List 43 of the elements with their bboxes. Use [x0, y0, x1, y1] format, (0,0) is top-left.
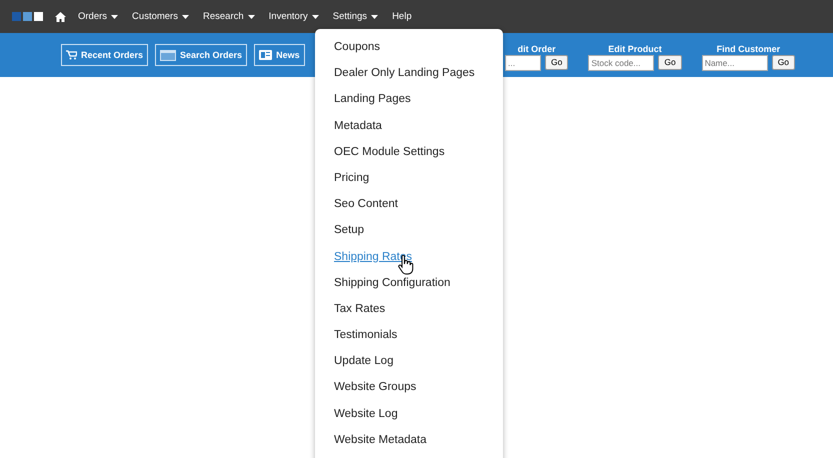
toolbar-button[interactable]: Search Orders — [155, 44, 248, 66]
menu-item[interactable]: Seo Content — [315, 197, 417, 224]
menu-item[interactable]: Setup — [315, 223, 384, 250]
lookup-label: Edit Product — [608, 44, 662, 54]
nav-menu-item[interactable]: Customers — [125, 11, 196, 22]
caret-icon — [312, 14, 319, 18]
menu-item[interactable]: Website Groups — [315, 380, 436, 407]
lookup-field[interactable]: ... — [505, 54, 541, 70]
menu-item[interactable]: Landing Pages — [315, 92, 430, 119]
menu-item[interactable]: Pricing — [315, 170, 388, 198]
go-button[interactable]: Go — [772, 54, 796, 70]
toolbar-button[interactable]: Recent Orders — [61, 44, 148, 66]
lookup-field[interactable]: Name... — [702, 54, 768, 70]
toolbar-button[interactable]: News — [254, 44, 305, 66]
menu-item[interactable]: Shipping Configuration — [315, 276, 470, 302]
newspaper-icon — [259, 50, 272, 60]
menu-item[interactable]: Update Log — [315, 354, 412, 380]
nav-menu-item[interactable]: Settings — [326, 11, 386, 22]
home-icon[interactable] — [55, 12, 66, 22]
nav-menu-item[interactable]: Help — [385, 11, 419, 22]
menu-item[interactable]: Metadata — [315, 118, 401, 145]
lookup-label: dit Order — [518, 44, 556, 54]
caret-icon — [248, 14, 255, 18]
go-button[interactable]: Go — [545, 54, 568, 70]
menu-item[interactable]: Website Metadata — [315, 432, 446, 458]
go-button[interactable]: Go — [658, 54, 682, 70]
lookup-label: Find Customer — [716, 44, 780, 54]
window-icon — [160, 50, 176, 60]
caret-icon — [182, 14, 189, 18]
nav-menu-item[interactable]: Orders — [71, 11, 126, 22]
menu-item[interactable]: Coupons — [315, 40, 400, 66]
nav-menu-item[interactable]: Research — [196, 11, 262, 22]
lookup-field[interactable]: Stock code... — [588, 54, 654, 70]
menu-item[interactable]: Tax Rates — [315, 302, 404, 328]
caret-icon — [371, 14, 378, 18]
menu-item[interactable]: Website Log — [315, 406, 417, 433]
menu-item[interactable]: Testimonials — [315, 328, 416, 354]
menu-item[interactable]: OEC Module Settings — [315, 144, 464, 171]
logo-icon — [12, 12, 43, 21]
menu-item[interactable]: Dealer Only Landing Pages — [315, 66, 494, 92]
cart-icon — [66, 50, 77, 60]
nav-menu-item[interactable]: Inventory — [262, 11, 326, 22]
caret-icon — [111, 14, 118, 18]
